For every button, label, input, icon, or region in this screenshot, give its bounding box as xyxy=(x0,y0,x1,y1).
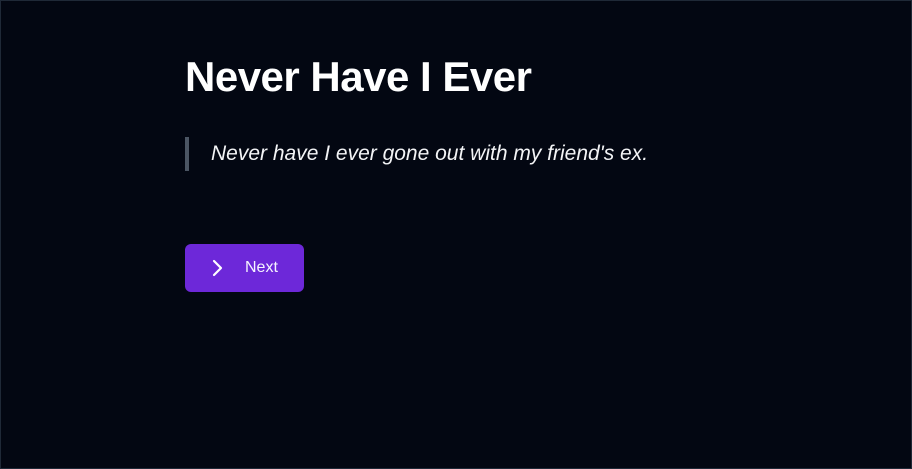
next-button[interactable]: Next xyxy=(185,244,304,292)
chevron-right-icon xyxy=(209,258,225,278)
statement-quote: Never have I ever gone out with my frien… xyxy=(185,137,825,171)
statement-text: Never have I ever gone out with my frien… xyxy=(211,142,649,165)
next-button-label: Next xyxy=(245,259,278,276)
game-card: Never Have I Ever Never have I ever gone… xyxy=(185,51,825,171)
page-title: Never Have I Ever xyxy=(185,53,532,100)
